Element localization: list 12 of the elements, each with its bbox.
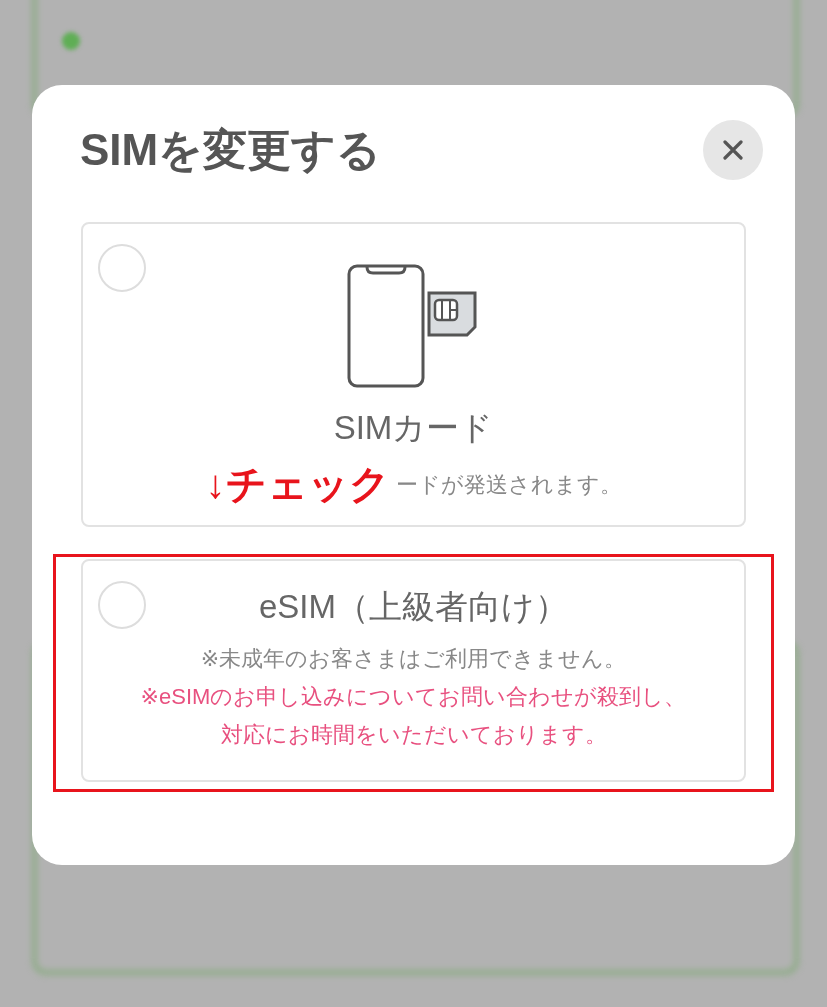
close-icon (723, 140, 743, 160)
option-note: ※未成年のお客さまはご利用できません。 (200, 645, 627, 673)
annotation-label: ↓チェック (205, 461, 390, 508)
option-note: ードが発送されます。 (395, 470, 622, 499)
option-card[interactable]: eSIM（上級者向け） ※未成年のお客さまはご利用できません。 ※eSIMのお申し込みについてお問い合わせが殺到し、対応にお時間をいただいております。 (81, 559, 746, 782)
radio-button[interactable] (98, 244, 146, 292)
warning-note: ※eSIMのお申し込みについてお問い合わせが殺到し、対応にお時間をいただいております。 (139, 683, 688, 749)
option-title: eSIM（上級者向け） (259, 587, 568, 627)
option-card[interactable]: SIMカード ↓チェック ードが発送されます。 (81, 222, 746, 527)
radio-button[interactable] (98, 581, 146, 629)
modal-title: SIMを変更する (80, 123, 382, 176)
option-title: SIMカード (333, 408, 494, 448)
